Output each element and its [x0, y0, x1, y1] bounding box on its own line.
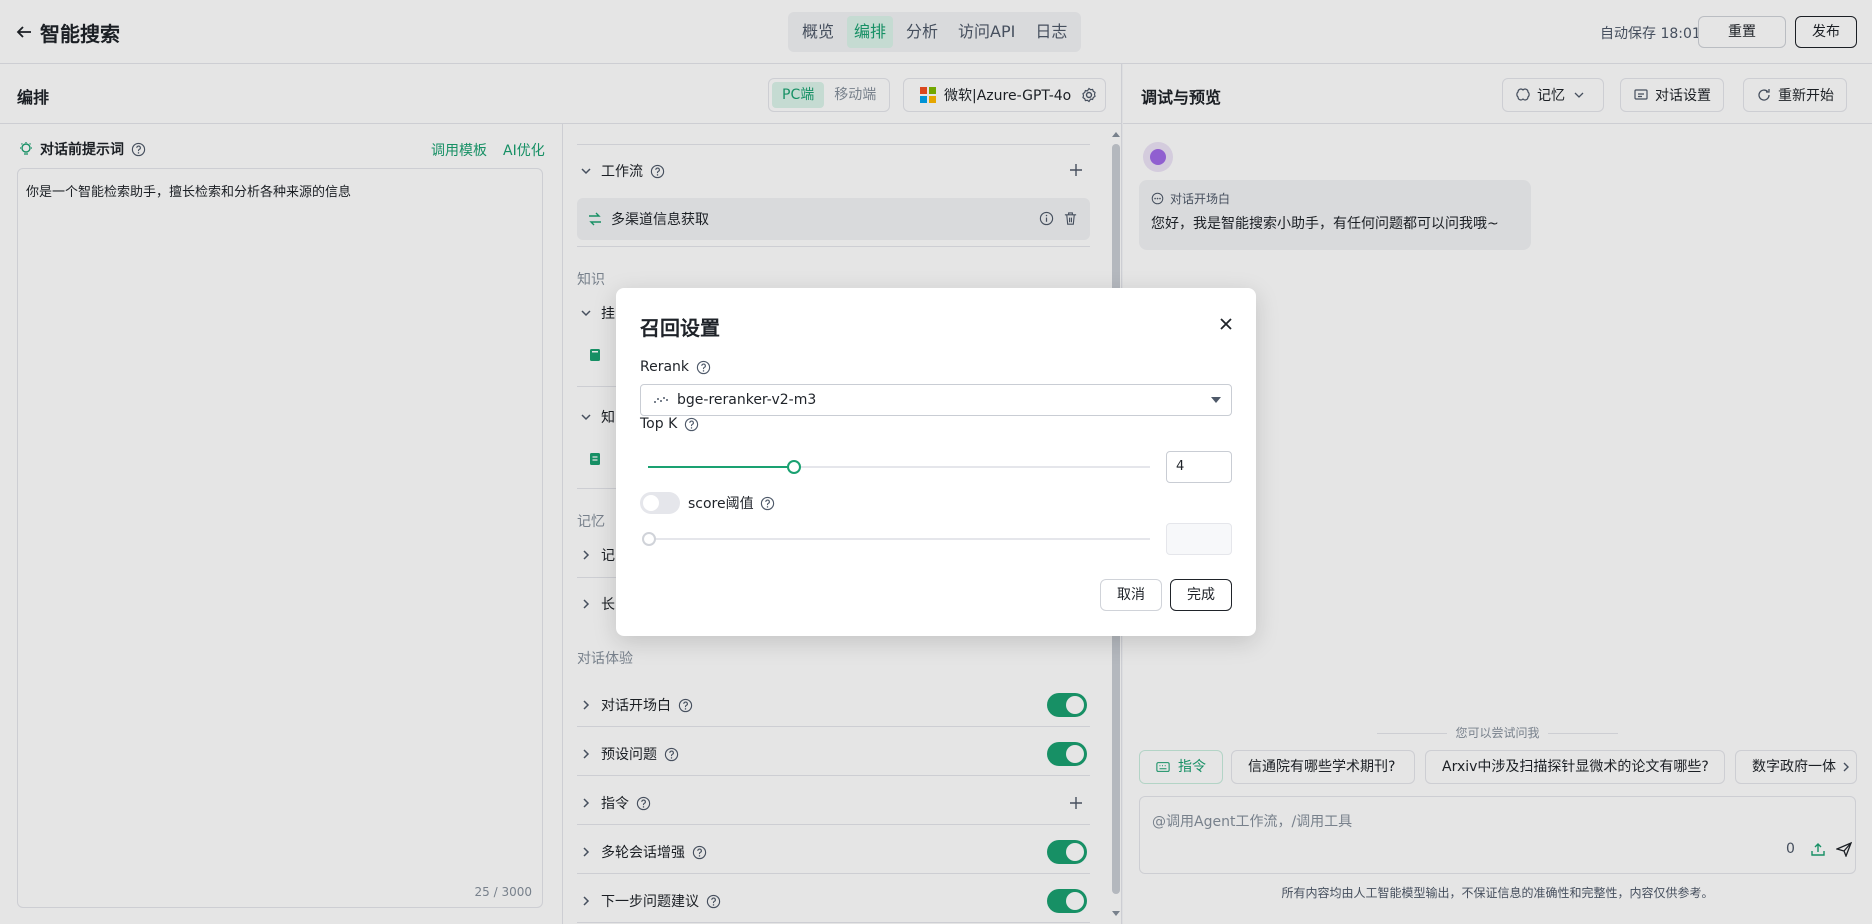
- rerank-model-icon: [653, 395, 669, 405]
- rerank-label-row: Rerank: [640, 359, 711, 375]
- rerank-label: Rerank: [640, 359, 690, 375]
- score-input[interactable]: [1166, 523, 1232, 555]
- rerank-select[interactable]: bge-reranker-v2-m3: [640, 384, 1232, 416]
- score-slider-thumb[interactable]: [642, 532, 656, 546]
- score-slider-track[interactable]: [642, 532, 1150, 546]
- score-label-row: score阈值: [688, 493, 776, 513]
- dialog-title: 召回设置: [640, 316, 720, 340]
- topk-slider-fill: [648, 466, 794, 468]
- topk-slider-track[interactable]: [648, 460, 1150, 474]
- help-icon[interactable]: [683, 416, 699, 432]
- score-label: score阈值: [688, 496, 754, 512]
- topk-label-row: Top K: [640, 416, 699, 432]
- caret-down-icon: [1211, 397, 1221, 403]
- help-icon[interactable]: [695, 359, 711, 375]
- recall-settings-dialog: 召回设置 Rerank bge-reranker-v2-m3 Top K 4 s…: [616, 288, 1256, 636]
- close-icon[interactable]: [1216, 314, 1236, 334]
- rerank-value: bge-reranker-v2-m3: [677, 392, 817, 408]
- topk-slider-thumb[interactable]: [787, 460, 801, 474]
- topk-label: Top K: [640, 416, 678, 432]
- cancel-button[interactable]: 取消: [1100, 579, 1162, 611]
- topk-input[interactable]: 4: [1166, 451, 1232, 483]
- done-button[interactable]: 完成: [1170, 579, 1232, 611]
- help-icon[interactable]: [760, 495, 776, 511]
- score-threshold-switch[interactable]: [640, 492, 680, 514]
